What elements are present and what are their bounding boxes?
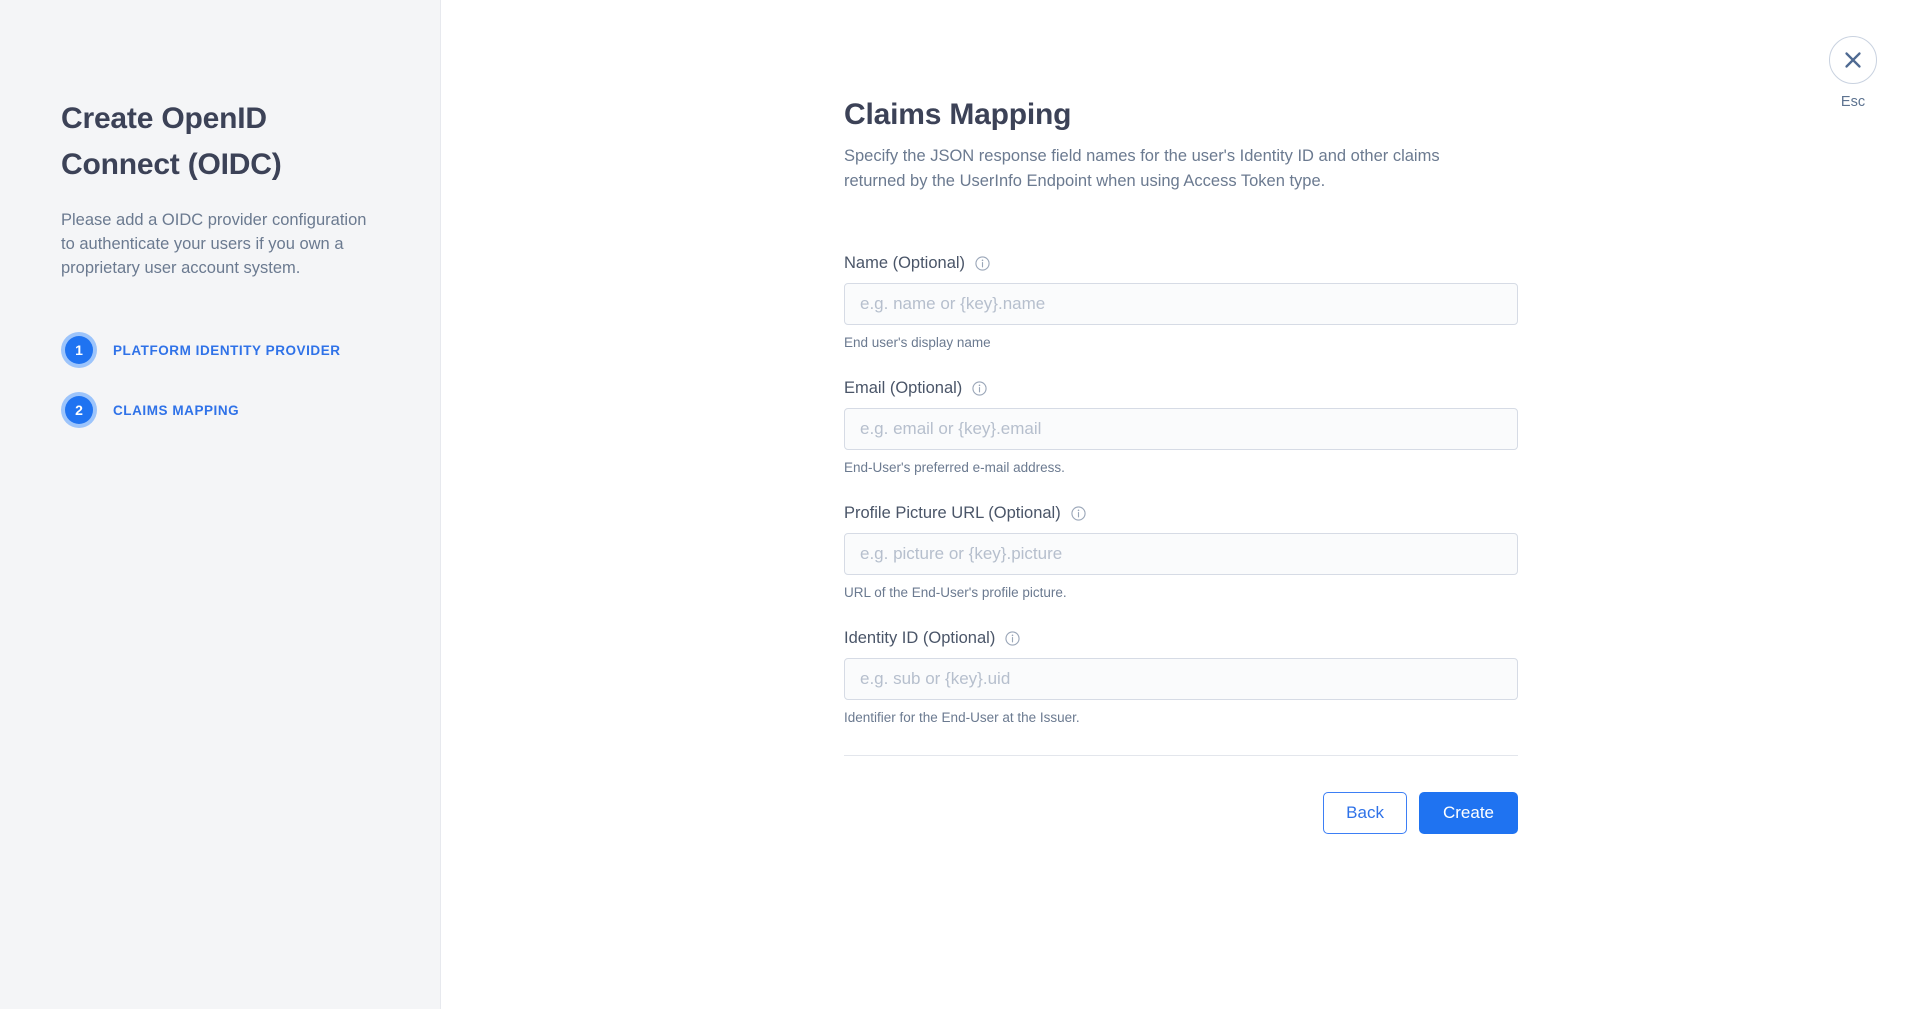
field-label-profile-picture-url: Profile Picture URL (Optional) <box>844 504 1061 522</box>
step-2-number: 2 <box>75 402 83 418</box>
info-circle-icon[interactable] <box>972 380 987 396</box>
field-label-email: Email (Optional) <box>844 379 963 397</box>
field-help-profile-picture-url: URL of the End-User's profile picture. <box>844 585 1067 600</box>
field-label-row-name: Name (Optional) <box>844 252 1524 274</box>
close-panel-group: Esc <box>1820 36 1886 110</box>
field-label-row-profile-picture-url: Profile Picture URL (Optional) <box>844 502 1524 524</box>
email-claim-input[interactable] <box>844 408 1518 450</box>
sidebar-step-claims-mapping[interactable]: 2 CLAIMS MAPPING <box>61 390 380 430</box>
info-circle-icon[interactable] <box>975 255 990 271</box>
field-group-profile-picture-url: Profile Picture URL (Optional) URL of th… <box>844 502 1524 602</box>
field-label-identity-id: Identity ID (Optional) <box>844 629 996 647</box>
field-group-name: Name (Optional) End user's display name <box>844 252 1524 352</box>
oidc-create-wizard: Create OpenID Connect (OIDC) Please add … <box>0 0 1919 1009</box>
create-button[interactable]: Create <box>1418 792 1518 834</box>
field-group-identity-id: Identity ID (Optional) Identifier for th… <box>844 627 1524 727</box>
form-actions: Back Create <box>844 792 1518 834</box>
step-1-number: 1 <box>75 342 83 358</box>
field-label-row-email: Email (Optional) <box>844 377 1524 399</box>
profile-picture-url-claim-input[interactable] <box>844 533 1518 575</box>
wizard-title: Create OpenID Connect (OIDC) <box>61 102 282 181</box>
claims-mapping-content: Claims Mapping Specify the JSON response… <box>844 95 1524 834</box>
field-help-email: End-User's preferred e-mail address. <box>844 460 1065 475</box>
claims-mapping-form: Name (Optional) End user's display name … <box>844 252 1524 834</box>
step-1-label: PLATFORM IDENTITY PROVIDER <box>113 342 341 358</box>
form-divider <box>844 755 1518 756</box>
back-button[interactable]: Back <box>1323 792 1407 834</box>
wizard-steps: 1 PLATFORM IDENTITY PROVIDER 2 CLAIMS MA… <box>61 330 380 430</box>
sidebar-step-platform-identity-provider[interactable]: 1 PLATFORM IDENTITY PROVIDER <box>61 330 380 370</box>
identity-id-claim-input[interactable] <box>844 658 1518 700</box>
page-subtitle: Specify the JSON response field names fo… <box>844 147 1440 190</box>
field-help-identity-id: Identifier for the End-User at the Issue… <box>844 710 1080 725</box>
info-circle-icon[interactable] <box>1071 505 1086 521</box>
info-circle-icon[interactable] <box>1005 630 1020 646</box>
close-button[interactable] <box>1829 36 1877 84</box>
wizard-main-panel: Esc Claims Mapping Specify the JSON resp… <box>441 0 1919 1009</box>
name-claim-input[interactable] <box>844 283 1518 325</box>
step-2-label: CLAIMS MAPPING <box>113 402 240 418</box>
field-label-row-identity-id: Identity ID (Optional) <box>844 627 1524 649</box>
wizard-sidebar: Create OpenID Connect (OIDC) Please add … <box>0 0 441 1009</box>
page-title: Claims Mapping <box>844 98 1072 131</box>
field-label-name: Name (Optional) <box>844 254 966 272</box>
close-x-icon <box>1845 52 1861 68</box>
esc-label: Esc <box>1840 94 1866 110</box>
field-help-name: End user's display name <box>844 335 991 350</box>
step-1-badge: 1 <box>61 332 97 368</box>
field-group-email: Email (Optional) End-User's preferred e-… <box>844 377 1524 477</box>
step-2-badge: 2 <box>61 392 97 428</box>
wizard-description: Please add a OIDC provider configuration… <box>61 211 367 277</box>
